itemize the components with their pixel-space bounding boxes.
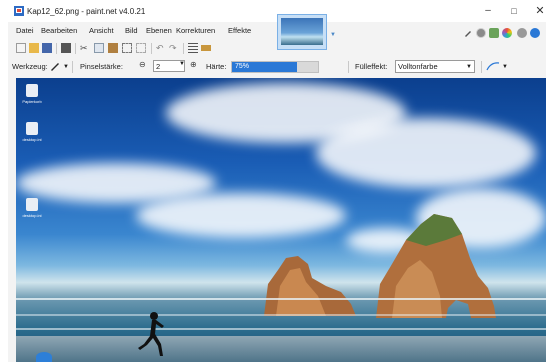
hardness-value: 75% (235, 63, 250, 70)
hardness-slider[interactable]: 75% (231, 61, 319, 73)
menu-bild[interactable]: Bild (125, 26, 138, 35)
menu-ansicht[interactable]: Ansicht (89, 26, 114, 35)
ruler-icon[interactable] (201, 45, 211, 51)
options-separator (348, 61, 349, 73)
toolbar-separator (56, 43, 57, 54)
beach (16, 336, 546, 362)
crop-icon[interactable] (122, 43, 132, 53)
fill-label: Fülleffekt: (355, 62, 388, 71)
toolbar-separator (75, 43, 76, 54)
file-icon (26, 198, 38, 211)
desktop-icon-label: desktop.ini (22, 213, 42, 218)
maximize-button[interactable]: □ (502, 4, 526, 18)
paintnet-app-icon (14, 6, 24, 16)
antialiasing-icon[interactable] (486, 61, 500, 71)
taskbar-start-icon (36, 352, 52, 362)
tool-dropdown-icon[interactable]: ▼ (63, 64, 69, 70)
wave-line (16, 314, 546, 316)
menu-bearbeiten[interactable]: Bearbeiten (41, 26, 77, 35)
layers-icon[interactable] (489, 28, 499, 38)
main-toolbar: ✂ ↶ ↷ (8, 42, 278, 56)
file-icon (26, 122, 38, 135)
desktop-icon-file[interactable]: desktop.ini (22, 122, 42, 152)
desktop-icon-file[interactable]: desktop.ini (22, 198, 42, 228)
options-separator (72, 61, 73, 73)
deselect-icon[interactable] (136, 43, 146, 53)
increase-icon[interactable]: ⊕ (190, 60, 197, 69)
pencil-tool-icon[interactable] (50, 61, 60, 71)
toolbar-separator (183, 43, 184, 54)
desktop-icon-label: Papierkorb (22, 99, 42, 104)
save-icon[interactable] (42, 43, 52, 53)
tool-label: Werkzeug: (12, 62, 48, 71)
hardness-label: Härte: (206, 62, 227, 71)
fill-select-value: Volltonfarbe (398, 62, 438, 71)
redo-icon[interactable]: ↷ (169, 43, 179, 53)
toolbar-separator (151, 43, 152, 54)
grid-icon[interactable] (188, 43, 198, 53)
recycle-bin-icon (26, 84, 38, 97)
cut-icon[interactable]: ✂ (80, 43, 90, 53)
brush-width-dropdown-icon[interactable]: ▼ (179, 61, 185, 67)
minimize-button[interactable]: – (476, 4, 500, 18)
colors-icon[interactable] (502, 28, 512, 38)
antialiasing-dropdown-icon[interactable]: ▼ (502, 64, 508, 70)
print-icon[interactable] (61, 43, 71, 53)
wave-line (16, 328, 546, 330)
image-list-dropdown-icon[interactable]: ▼ (330, 32, 336, 38)
image-thumbnail-tab[interactable] (277, 14, 327, 50)
new-icon[interactable] (16, 43, 26, 53)
history-icon[interactable] (476, 28, 486, 38)
menu-korrekturen[interactable]: Korrekturen (176, 26, 215, 35)
tools-icon[interactable] (463, 28, 473, 38)
rock-formations (264, 214, 496, 318)
open-icon[interactable] (29, 43, 39, 53)
brush-width-label: Pinselstärke: (80, 62, 123, 71)
runner-silhouette (138, 312, 164, 356)
menu-ebenen[interactable]: Ebenen (146, 26, 172, 35)
desktop-icon-label: desktop.ini (22, 137, 42, 142)
window-title: Kap12_62.png - paint.net v4.0.21 (27, 7, 146, 16)
settings-icon[interactable] (517, 28, 527, 38)
menu-effekte[interactable]: Effekte (228, 26, 251, 35)
decrease-icon[interactable]: ⊖ (139, 60, 146, 69)
copy-icon[interactable] (94, 43, 104, 53)
fill-dropdown-icon[interactable]: ▼ (466, 64, 472, 70)
close-button[interactable]: ✕ (528, 4, 546, 18)
image-canvas[interactable]: Papierkorb desktop.ini desktop.ini (16, 78, 546, 362)
cloud (316, 118, 536, 188)
options-separator (481, 61, 482, 73)
menu-datei[interactable]: Datei (16, 26, 34, 35)
wave-line (16, 298, 546, 300)
image-thumbnail (281, 18, 323, 45)
app-window: Kap12_62.png - paint.net v4.0.21 – □ ✕ D… (8, 0, 546, 362)
paste-icon[interactable] (108, 43, 118, 53)
fill-select[interactable]: Volltonfarbe (395, 60, 475, 73)
tool-options-bar: Werkzeug: ▼ Pinselstärke: ⊖ 2 ▼ ⊕ Härte:… (8, 58, 546, 76)
desktop-icon-recycle-bin[interactable]: Papierkorb (22, 84, 42, 114)
undo-icon[interactable]: ↶ (156, 43, 166, 53)
help-icon[interactable] (530, 28, 540, 38)
